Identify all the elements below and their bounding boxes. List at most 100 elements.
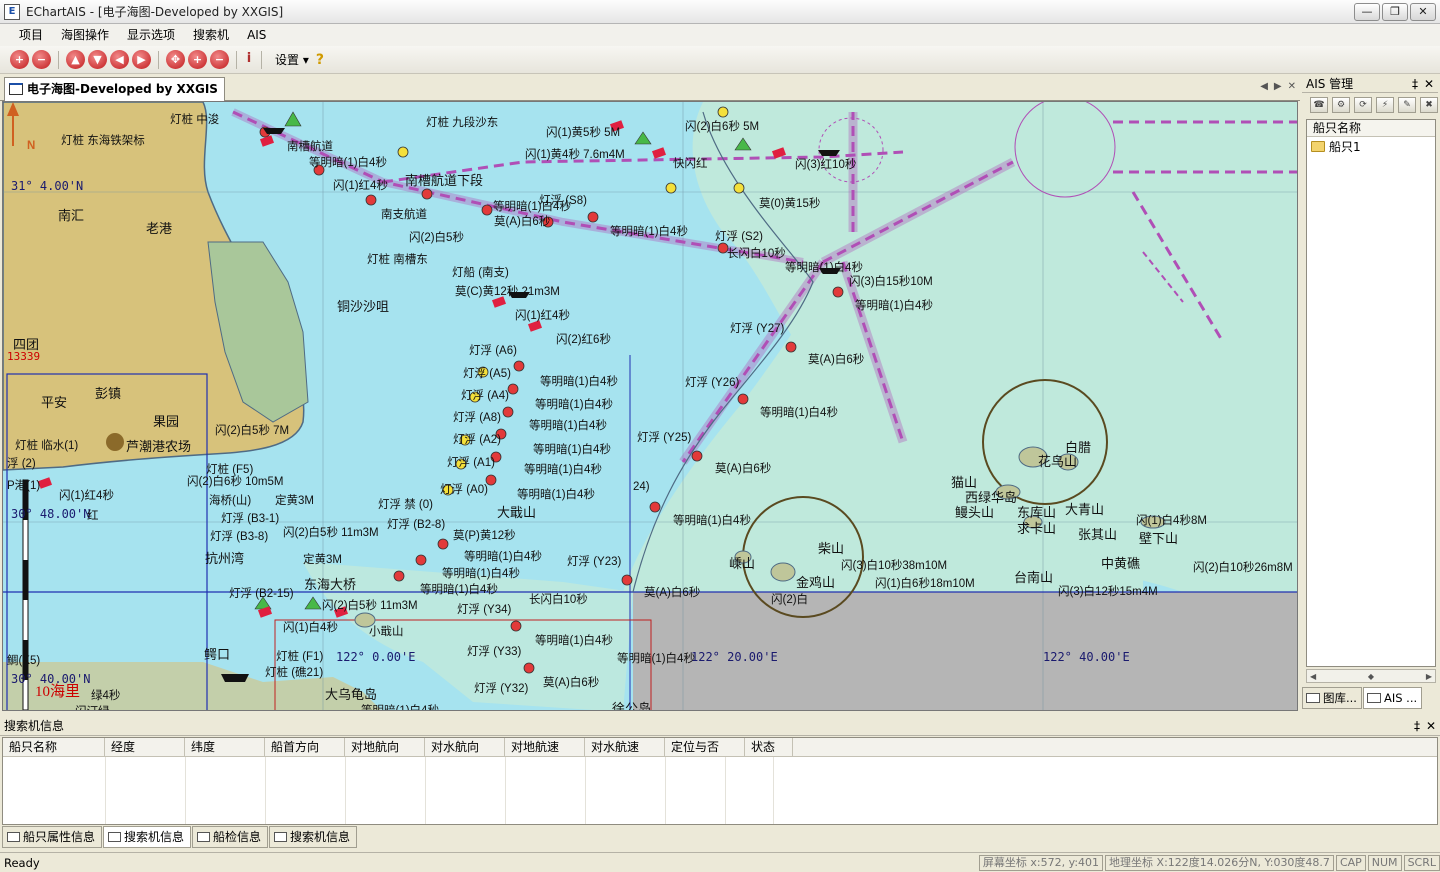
column-heading[interactable]: 船首方向 — [265, 738, 345, 756]
help-icon[interactable]: ? — [316, 52, 324, 68]
menu-bar: 项目 海图操作 显示选项 搜索机 AIS — [0, 24, 1440, 46]
menu-search[interactable]: 搜索机 — [184, 24, 238, 46]
phone-icon[interactable]: ☎ — [1310, 97, 1328, 113]
chart-label: 闪(1)红4秒 — [333, 180, 388, 192]
chart-label: 大青山 — [1065, 502, 1105, 517]
scroll-thumb[interactable]: ◆ — [1368, 672, 1374, 681]
column-status[interactable]: 状态 — [745, 738, 793, 756]
chart-label: 闪(3)白10秒38m10M — [841, 560, 948, 572]
chart-map[interactable]: N 灯桩 东海铁架标 灯桩 中浚 南槽航道 等明暗(1)白4秒 闪(1)红4秒 南槽航道下… — [2, 101, 1298, 711]
column-latitude[interactable]: 纬度 — [185, 738, 265, 756]
window-icon — [9, 83, 23, 95]
config-icon[interactable]: ⚙ — [1332, 97, 1350, 113]
chart-label: 闪(3)白12秒15m4M — [1058, 586, 1158, 598]
chart-label: 等明暗(1)白4秒 — [442, 568, 520, 580]
chart-label: 徐公岛 — [612, 701, 652, 711]
column-speed-ground[interactable]: 对地航速 — [505, 738, 585, 756]
menu-ais[interactable]: AIS — [238, 24, 275, 46]
tab-search-info[interactable]: 搜索机信息 — [103, 826, 192, 848]
folder-icon — [1311, 140, 1325, 152]
chart-label: 灯船 (南支) — [452, 267, 509, 279]
pan-left-icon[interactable]: ◀ — [110, 50, 129, 69]
tree-item-ship[interactable]: 船只1 — [1307, 137, 1435, 155]
delete-icon[interactable]: ✖ — [1420, 97, 1438, 113]
column-positioned[interactable]: 定位与否 — [665, 738, 745, 756]
tab-library[interactable]: 图库... — [1302, 687, 1362, 709]
chart-label: 等明暗(1)白4秒 — [529, 420, 607, 432]
tab-next-icon[interactable]: ▶ — [1274, 81, 1282, 92]
chart-label: 铜沙沙咀 — [337, 299, 390, 314]
tab-ais[interactable]: AIS ... — [1362, 687, 1423, 709]
chart-label: 灯桩 东海铁架标 — [61, 135, 145, 147]
ais-ship-tree[interactable]: 船只名称 船只1 — [1306, 119, 1436, 667]
tab-prev-icon[interactable]: ◀ — [1260, 81, 1268, 92]
column-longitude[interactable]: 经度 — [105, 738, 185, 756]
search-info-icon — [108, 832, 122, 842]
pin-icon[interactable]: ‡ — [1412, 77, 1418, 91]
close-button[interactable]: ✕ — [1410, 3, 1436, 21]
chart-label: 闪(2)白6秒 10m5M — [187, 476, 284, 488]
chart-label: 定黄3M — [275, 495, 314, 507]
flash-icon[interactable]: ⚡ — [1376, 97, 1394, 113]
maximize-button[interactable]: ❐ — [1382, 3, 1408, 21]
zoom-out-icon[interactable]: − — [210, 50, 229, 69]
chart-label: 南槽航道 — [287, 141, 333, 153]
chart-label: 老港 — [146, 221, 173, 236]
zoom-in-icon[interactable]: + — [188, 50, 207, 69]
pan-down-icon[interactable]: ▼ — [88, 50, 107, 69]
pan-right-icon[interactable]: ▶ — [132, 50, 151, 69]
tab-ship-properties-label: 船只属性信息 — [23, 830, 96, 844]
menu-display-options[interactable]: 显示选项 — [118, 24, 184, 46]
chart-label: 大戢山 — [497, 505, 537, 520]
column-course-ground[interactable]: 对地航向 — [345, 738, 425, 756]
info-icon[interactable]: i — [244, 51, 254, 69]
scale-label: 10海里 — [35, 684, 81, 700]
tab-ship-properties[interactable]: 船只属性信息 — [2, 826, 103, 848]
table-body[interactable] — [3, 757, 1437, 824]
chart-label: 等明暗(1)白4秒 — [617, 653, 695, 665]
scroll-left-icon[interactable]: ◀ — [1310, 672, 1316, 681]
scroll-right-icon[interactable]: ▶ — [1426, 672, 1432, 681]
menu-project[interactable]: 项目 — [10, 24, 52, 46]
chart-label: 灯浮 (B2-15) — [229, 588, 294, 600]
chart-label: 莫(P)黄12秒 — [453, 530, 516, 542]
refresh-icon[interactable]: ⟳ — [1354, 97, 1372, 113]
chart-label: 灯浮 (S2) — [715, 231, 763, 243]
chart-label: 灯浮 (A1) — [447, 457, 495, 469]
column-course-water[interactable]: 对水航向 — [425, 738, 505, 756]
chart-label: 灯桩 (F1) — [276, 651, 324, 663]
tree-column-header[interactable]: 船只名称 — [1307, 120, 1435, 137]
close-icon[interactable]: ✕ — [1426, 719, 1436, 733]
add-icon[interactable]: + — [10, 50, 29, 69]
edit-icon[interactable]: ✎ — [1398, 97, 1416, 113]
close-icon[interactable]: ✕ — [1424, 77, 1434, 91]
pan-up-icon[interactable]: ▲ — [66, 50, 85, 69]
chart-label: 莫(A)白6秒 — [808, 354, 865, 366]
grid-divider — [185, 757, 186, 824]
toolbar-divider — [261, 50, 262, 69]
search-results-table[interactable]: 船只名称 经度 纬度 船首方向 对地航向 对水航向 对地航速 对水航速 定位与否… — [2, 737, 1438, 825]
menu-chart-ops[interactable]: 海图操作 — [52, 24, 118, 46]
chart-label: 闪(2)白5秒 7M — [215, 425, 290, 437]
pin-icon[interactable]: ‡ — [1414, 719, 1420, 733]
chart-label: 等明暗(1)白4秒 — [517, 489, 595, 501]
tab-ship-inspection[interactable]: 船检信息 — [192, 826, 269, 848]
tab-chart[interactable]: 电子海图-Developed by XXGIS — [4, 77, 225, 101]
status-geo-coord: 地理坐标 X:122度14.026分N, Y:030度48.7 — [1105, 854, 1334, 871]
tab-close-icon[interactable]: ✕ — [1288, 81, 1296, 92]
column-speed-water[interactable]: 对水航速 — [585, 738, 665, 756]
chart-label: 鳄口 — [204, 647, 231, 662]
chart-label: 张其山 — [1078, 527, 1118, 542]
remove-icon[interactable]: − — [32, 50, 51, 69]
horizontal-scrollbar[interactable]: ◀ ◆ ▶ — [1306, 669, 1436, 683]
settings-dropdown[interactable]: 设置 ▾ — [269, 51, 313, 68]
chart-label: 抗州湾 — [205, 551, 245, 566]
tab-search-info-2[interactable]: 搜索机信息 — [269, 826, 358, 848]
chart-label: 灯桩 (礁21) — [265, 667, 324, 679]
minimize-button[interactable]: — — [1354, 3, 1380, 21]
column-ship-name[interactable]: 船只名称 — [3, 738, 105, 756]
move-icon[interactable]: ✥ — [166, 50, 185, 69]
properties-icon — [7, 832, 20, 842]
chart-label: 等明暗(1)白4秒 — [309, 157, 387, 169]
chart-label: 长闪白10秒 — [727, 248, 786, 260]
